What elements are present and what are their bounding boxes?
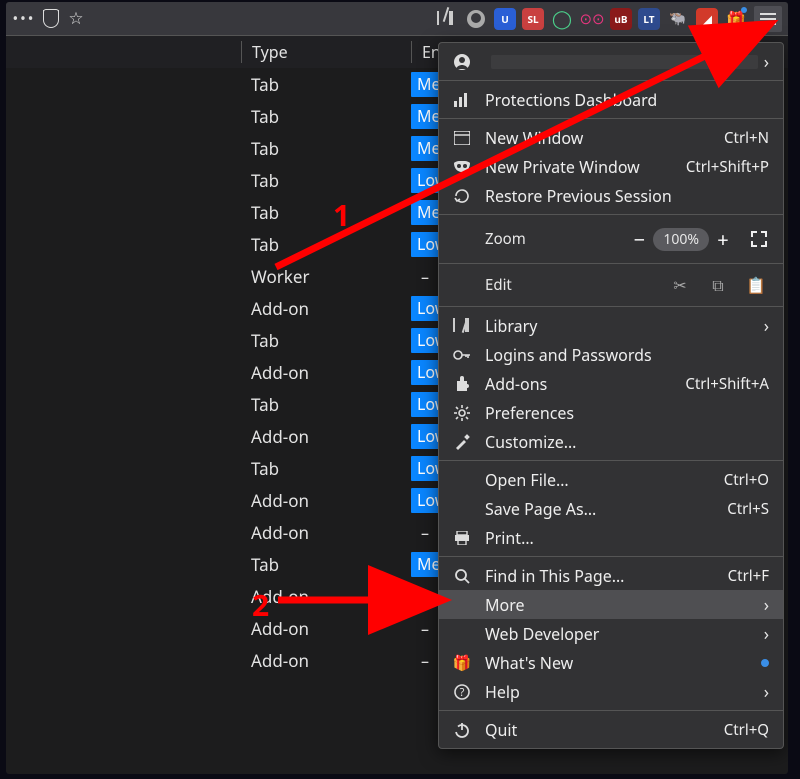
annotation-number-1: 1: [333, 194, 350, 235]
annotation-layer: [6, 2, 788, 774]
app-window: ••• ☆ U SL ◯ ⊙⊙ uB LT 🐃 ◢ 🎁 Type Energy …: [6, 2, 788, 774]
annotation-number-2: 2: [252, 584, 269, 625]
